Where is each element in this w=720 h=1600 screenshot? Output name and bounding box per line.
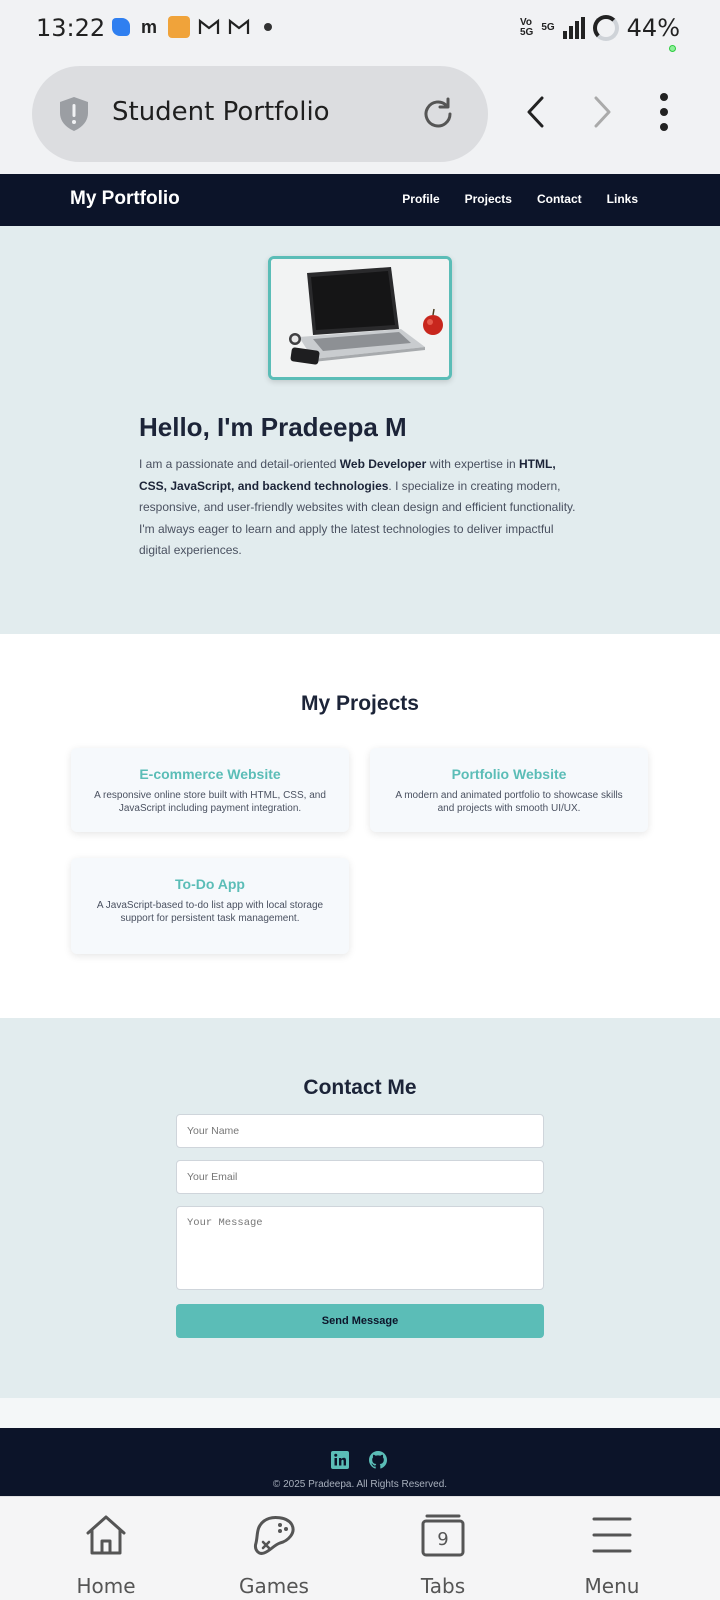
- github-icon[interactable]: [368, 1450, 388, 1470]
- tabs-button[interactable]: 9 Tabs: [383, 1511, 503, 1598]
- home-label: Home: [76, 1574, 136, 1598]
- m-app-icon: m: [140, 16, 157, 37]
- project-description: A JavaScript-based to-do list app with l…: [96, 900, 324, 924]
- nav-link-links[interactable]: Links: [607, 192, 638, 206]
- project-card-todo[interactable]: To-Do App A JavaScript-based to-do list …: [71, 858, 349, 954]
- volte-icon: Vo 5G: [519, 17, 534, 38]
- project-title: Portfolio Website: [451, 766, 567, 782]
- footer-copyright: © 2025 Pradeepa. All Rights Reserved.: [272, 1479, 448, 1490]
- contact-section: Contact Me Your Name Your Email Your Mes…: [0, 1018, 720, 1398]
- hero-description: I am a passionate and detail-oriented We…: [139, 457, 576, 557]
- battery-percent: 44%: [626, 14, 680, 42]
- profile-image: [268, 256, 452, 380]
- message-field[interactable]: Your Message: [176, 1206, 544, 1290]
- project-title: To-Do App: [175, 876, 245, 892]
- project-card-portfolio[interactable]: Portfolio Website A modern and animated …: [370, 748, 648, 832]
- shield-icon[interactable]: [58, 96, 90, 132]
- reload-icon[interactable]: [420, 96, 456, 132]
- browser-bottom-bar: Home Games 9 Tabs Menu: [0, 1496, 720, 1600]
- more-options-icon[interactable]: [652, 92, 676, 132]
- contact-title: Contact Me: [303, 1076, 417, 1099]
- menu-icon: [592, 1517, 632, 1553]
- privacy-indicator-dot: [669, 45, 676, 52]
- site-nav-links: Profile Projects Contact Links: [402, 192, 638, 206]
- site-brand[interactable]: My Portfolio: [70, 188, 180, 210]
- menu-button[interactable]: Menu: [552, 1511, 672, 1598]
- box-app-icon: [168, 16, 190, 38]
- menu-label: Menu: [584, 1574, 640, 1598]
- project-card-ecommerce[interactable]: E-commerce Website A responsive online s…: [71, 748, 349, 832]
- more-notifications-dot: [264, 23, 272, 31]
- hero-section: Hello, I'm Pradeepa M I am a passionate …: [0, 226, 720, 634]
- nav-link-projects[interactable]: Projects: [465, 192, 512, 206]
- system-indicators: Vo 5G 5G 44%: [520, 14, 680, 42]
- project-description: A responsive online store built with HTM…: [94, 790, 326, 814]
- nav-link-profile[interactable]: Profile: [402, 192, 439, 206]
- games-button[interactable]: Games: [214, 1511, 334, 1598]
- status-time: 13:22: [36, 14, 106, 42]
- back-icon[interactable]: [522, 95, 550, 129]
- section-spacer: [0, 1398, 720, 1428]
- page-title: Student Portfolio: [112, 97, 330, 127]
- tabs-label: Tabs: [420, 1574, 466, 1598]
- send-message-button[interactable]: Send Message: [176, 1304, 544, 1338]
- linkedin-icon[interactable]: [330, 1450, 350, 1470]
- signal-icon: [562, 17, 585, 39]
- site-footer: © 2025 Pradeepa. All Rights Reserved.: [0, 1428, 720, 1496]
- gmail-icon: [228, 16, 250, 38]
- name-field[interactable]: Your Name: [176, 1114, 544, 1148]
- projects-section: My Projects E-commerce Website A respons…: [0, 634, 720, 1018]
- email-field[interactable]: Your Email: [176, 1160, 544, 1194]
- nav-link-contact[interactable]: Contact: [537, 192, 582, 206]
- hero-title: Hello, I'm Pradeepa M: [139, 412, 407, 442]
- app-notification-icon: [112, 18, 130, 36]
- tabs-count: 9: [437, 1529, 448, 1550]
- project-description: A modern and animated portfolio to showc…: [395, 790, 623, 814]
- browser-toolbar: Student Portfolio: [0, 60, 720, 174]
- game-controller-icon: [254, 1516, 295, 1555]
- tabs-icon: 9: [421, 1514, 465, 1557]
- status-bar: 13:22 m Vo 5G 5G 44%: [0, 0, 720, 60]
- project-title: E-commerce Website: [139, 766, 281, 782]
- gmail-icon: [198, 16, 220, 38]
- games-label: Games: [239, 1574, 309, 1598]
- forward-icon[interactable]: [588, 95, 616, 129]
- notification-icons: m: [112, 16, 272, 38]
- battery-icon: [592, 15, 619, 41]
- site-navbar: My Portfolio Profile Projects Contact Li…: [0, 174, 720, 226]
- home-button[interactable]: Home: [46, 1511, 166, 1598]
- network-type-label: 5G: [541, 22, 555, 33]
- address-bar[interactable]: Student Portfolio: [32, 66, 488, 162]
- home-icon: [86, 1515, 126, 1555]
- projects-title: My Projects: [301, 692, 419, 715]
